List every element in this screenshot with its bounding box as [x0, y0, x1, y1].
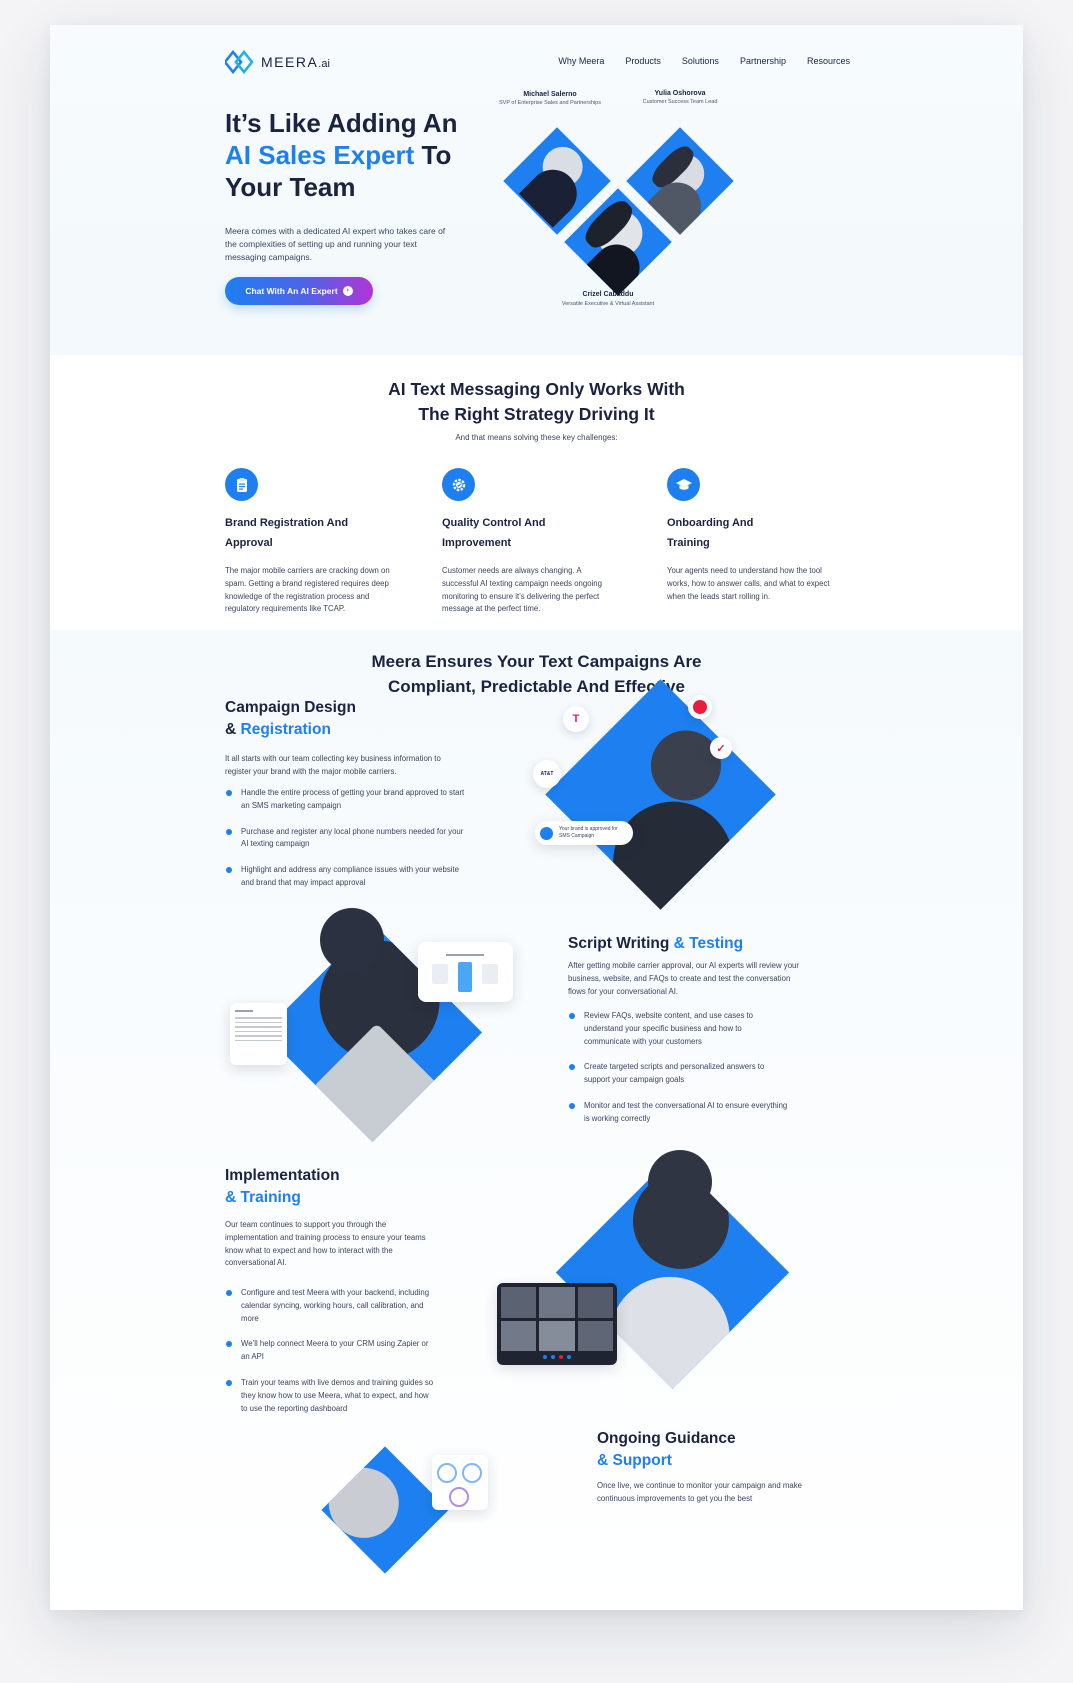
list-item: Purchase and register any local phone nu…: [225, 826, 465, 852]
check-icon: ✓: [710, 737, 732, 759]
nav-item-why-meera[interactable]: Why Meera: [558, 56, 604, 66]
list-item: Create targeted scripts and personalized…: [568, 1061, 788, 1087]
chat-with-expert-button[interactable]: Chat With An AI Expert ›: [225, 277, 373, 305]
flow-diagram-card: [418, 942, 513, 1002]
att-icon: AT&T: [533, 760, 561, 788]
challenge-text: Customer needs are always changing. A su…: [442, 566, 602, 614]
list-item: Handle the entire process of getting you…: [225, 787, 465, 813]
nav-links: Why Meera Products Solutions Partnership…: [558, 56, 850, 66]
arrow-right-icon: ›: [342, 286, 353, 296]
meera-logo-icon: [225, 50, 254, 74]
landing-page: MEERA.ai Why Meera Products Solutions Pa…: [50, 25, 1023, 1610]
person-role: SVP of Enterprise Sales and Partnerships: [498, 100, 601, 106]
list-item: Monitor and test the conversational AI t…: [568, 1100, 788, 1126]
top-nav: MEERA.ai Why Meera Products Solutions Pa…: [225, 50, 850, 80]
script-bullets: Review FAQs, website content, and use ca…: [568, 1010, 788, 1139]
campaign-bullets: Handle the entire process of getting you…: [225, 787, 465, 903]
challenge-card: Quality Control And Improvement Customer…: [442, 468, 612, 616]
campaign-description: It all starts with our team collecting k…: [225, 754, 441, 776]
script-title: Script Writing & Testing: [568, 935, 744, 952]
implementation-bullets: Configure and test Meera with your backe…: [225, 1287, 435, 1428]
list-item: We’ll help connect Meera to your CRM usi…: [225, 1338, 435, 1364]
person-photo: [320, 908, 384, 972]
gear-check-icon: [442, 468, 475, 501]
nav-item-resources[interactable]: Resources: [807, 56, 850, 66]
implementation-description: Our team continues to support you throug…: [225, 1220, 426, 1268]
nav-item-solutions[interactable]: Solutions: [682, 56, 719, 66]
graduation-cap-icon: [667, 468, 700, 501]
guidance-description: Once live, we continue to monitor your c…: [597, 1481, 802, 1503]
list-item: Highlight and address any compliance iss…: [225, 864, 465, 890]
logo[interactable]: MEERA.ai: [225, 50, 330, 74]
challenge-card: Brand Registration And Approval The majo…: [225, 468, 395, 616]
document-card: [230, 1003, 287, 1065]
approval-card: Your brand is approved for SMS Campaign: [535, 821, 633, 845]
ensures-title: Meera Ensures Your Text Campaigns Are Com…: [371, 652, 702, 696]
script-description: After getting mobile carrier approval, o…: [568, 961, 799, 996]
challenge-title: Brand Registration And Approval: [225, 517, 349, 549]
person-role: Customer Success Team Lead: [642, 99, 718, 105]
challenge-card: Onboarding And Training Your agents need…: [667, 468, 837, 603]
challenges-title: AI Text Messaging Only Works With The Rig…: [388, 379, 685, 424]
challenge-title: Quality Control And Improvement: [442, 517, 546, 549]
person-name: Michael Salerno: [523, 91, 577, 98]
t-mobile-icon: T: [563, 706, 589, 732]
challenge-text: Your agents need to understand how the t…: [667, 566, 830, 601]
nav-item-partnership[interactable]: Partnership: [740, 56, 786, 66]
implementation-title: Implementation & Training: [225, 1167, 340, 1206]
logo-text: MEERA.ai: [261, 54, 330, 70]
hero-description: Meera comes with a dedicated AI expert w…: [225, 226, 446, 262]
person-photo: [648, 1150, 712, 1214]
guidance-title: Ongoing Guidance & Support: [597, 1430, 736, 1469]
carrier-icon: [688, 695, 712, 719]
challenge-title: Onboarding And Training: [667, 517, 754, 549]
campaign-title: Campaign Design & Registration: [225, 699, 356, 738]
stats-card: [432, 1455, 488, 1510]
hero-title: It’s Like Adding An AI Sales Expert To Y…: [225, 108, 458, 202]
badge-check-icon: [540, 826, 553, 840]
list-item: Train your teams with live demos and tra…: [225, 1377, 435, 1415]
video-call-card: [497, 1283, 617, 1365]
challenges-subtitle: And that means solving these key challen…: [455, 433, 618, 442]
clipboard-icon: [225, 468, 258, 501]
nav-item-products[interactable]: Products: [625, 56, 661, 66]
list-item: Configure and test Meera with your backe…: [225, 1287, 435, 1325]
challenge-text: The major mobile carriers are cracking d…: [225, 566, 390, 614]
list-item: Review FAQs, website content, and use ca…: [568, 1010, 788, 1048]
person-name: Yulia Oshorova: [654, 90, 706, 97]
person-role: Versatile Executive & Virtual Assistant: [561, 301, 655, 307]
person-name: Crizel Cabaddu: [582, 291, 634, 298]
